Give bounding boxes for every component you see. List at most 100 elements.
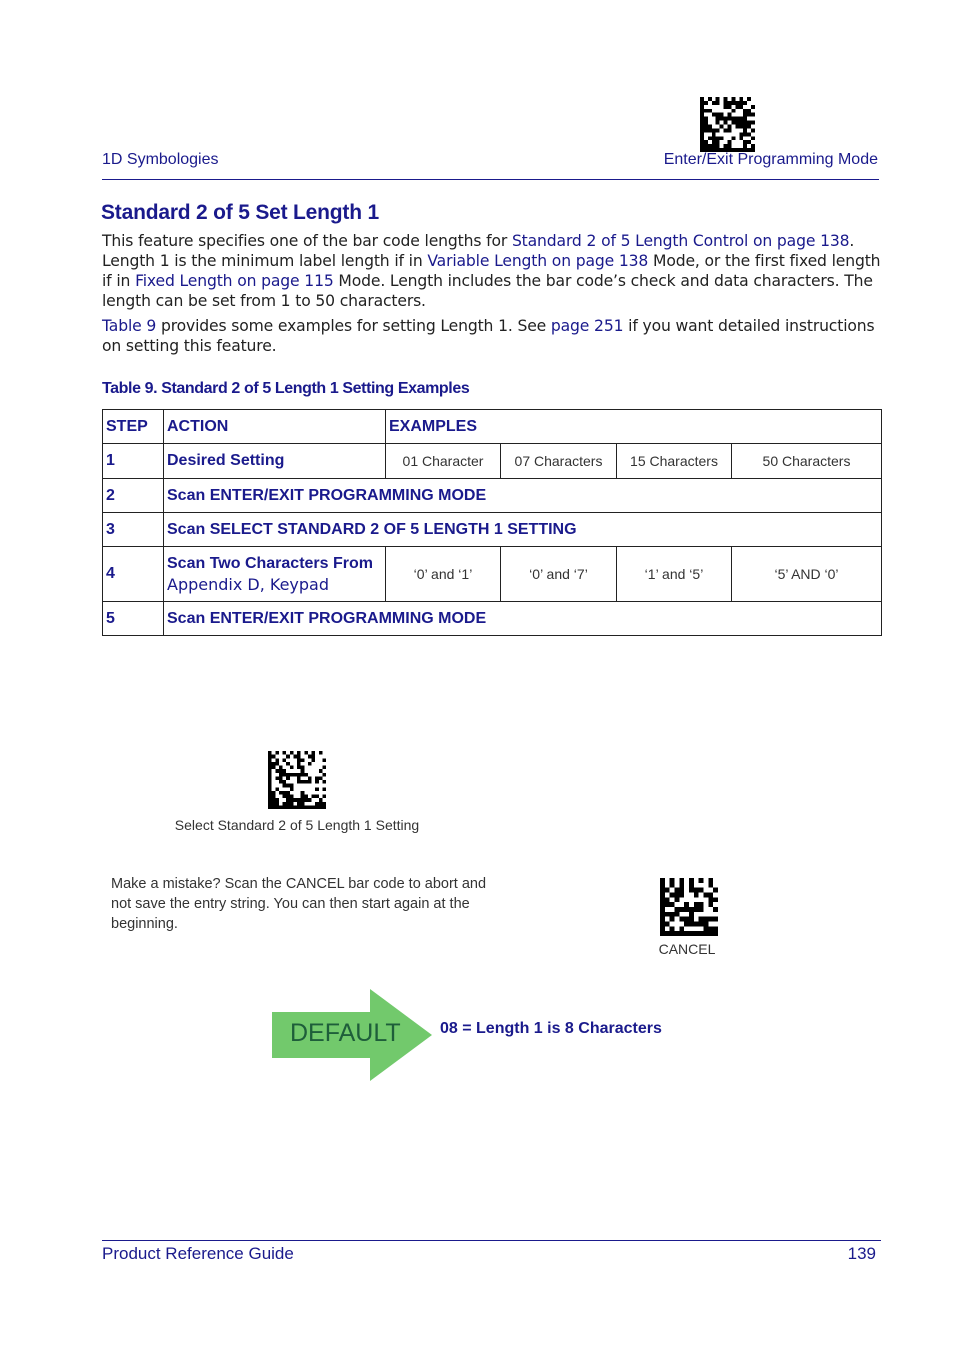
cancel-barcode [660, 878, 718, 936]
barcode-module [719, 124, 724, 129]
barcode-module [286, 754, 290, 759]
barcode-module [747, 140, 752, 145]
barcode-module [268, 758, 272, 762]
barcode-module [297, 772, 301, 777]
barcode-module [315, 787, 319, 791]
barcode-module [731, 116, 736, 121]
barcode-module [731, 120, 736, 125]
barcode-module [747, 132, 752, 137]
barcode-module [713, 907, 718, 912]
barcode-module [271, 765, 276, 770]
barcode-module [669, 916, 675, 922]
barcode-module [660, 921, 665, 927]
barcode-module [735, 120, 740, 125]
barcode-module [727, 144, 732, 149]
barcode-module [739, 120, 744, 125]
barcode-module [275, 798, 279, 802]
barcode-module [743, 132, 748, 137]
barcode-module [743, 144, 748, 149]
barcode-module [703, 140, 708, 145]
barcode-module [747, 108, 752, 113]
barcode-module [289, 751, 294, 755]
link-length-control[interactable]: Standard 2 of 5 Length Control on page 1… [512, 232, 850, 250]
action-text: Scan Two Characters From [167, 555, 373, 572]
barcode-module [289, 794, 294, 799]
step-cell: 3 [102, 512, 164, 547]
select-length1-barcode [268, 751, 326, 809]
barcode-module [282, 790, 287, 795]
barcode-module [715, 144, 720, 149]
barcode-module [268, 805, 272, 809]
barcode-module [664, 902, 670, 907]
header-barcode-label: Enter/Exit Programming Mode [663, 151, 878, 168]
example-cell: 07 Characters [500, 443, 617, 479]
barcode-module [739, 124, 744, 129]
barcode-module [698, 916, 704, 922]
barcode-module [698, 887, 704, 893]
barcode-module [743, 116, 748, 121]
barcode-module [268, 794, 272, 799]
barcode-module [315, 794, 319, 799]
table-row: 2 Scan ENTER/EXIT PROGRAMMING MODE [102, 478, 882, 513]
barcode-module [315, 780, 319, 784]
settings-table: STEP ACTION EXAMPLES 1 Desired Setting 0… [102, 409, 882, 636]
barcode-module [723, 97, 728, 101]
barcode-module [723, 120, 728, 125]
barcode-module [700, 136, 704, 141]
barcode-module [684, 902, 689, 907]
barcode-module [275, 769, 279, 773]
barcode-module [660, 882, 665, 888]
page-title: Standard 2 of 5 Set Length 1 [101, 201, 379, 224]
barcode-module [684, 921, 689, 927]
barcode-module [318, 805, 323, 809]
cancel-barcode-caption: CANCEL [658, 941, 716, 957]
barcode-module [703, 128, 708, 133]
barcode-module [268, 783, 272, 788]
barcode-module [660, 931, 665, 936]
intro-text: This feature specifies one of the bar co… [102, 232, 512, 250]
barcode-module [660, 892, 665, 898]
barcode-module [660, 907, 665, 912]
link-variable-length[interactable]: Variable Length on page 138 [427, 252, 648, 270]
barcode-module [268, 754, 272, 759]
barcode-module [700, 140, 704, 145]
barcode-module [703, 144, 708, 149]
link-table-9[interactable]: Table 9 [102, 317, 156, 335]
barcode-module [679, 926, 685, 932]
step-cell: 1 [102, 443, 164, 479]
barcode-module [286, 805, 290, 809]
barcode-module [669, 931, 675, 936]
barcode-module [679, 878, 685, 883]
barcode-module [318, 751, 323, 755]
barcode-module [700, 120, 704, 125]
barcode-module [275, 776, 279, 780]
barcode-module [286, 794, 290, 799]
barcode-module [282, 805, 287, 809]
barcode-module [322, 805, 326, 809]
barcode-module [300, 772, 305, 777]
header-step: STEP [102, 409, 164, 444]
barcode-module [664, 921, 670, 927]
barcode-module [689, 882, 694, 888]
barcode-module [703, 124, 708, 129]
barcode-module [715, 140, 720, 145]
link-appendix-d-keypad[interactable]: Appendix D, Keypad [167, 574, 382, 595]
barcode-module [689, 911, 694, 917]
barcode-module [322, 780, 326, 784]
barcode-module [282, 769, 287, 773]
barcode-module [715, 116, 720, 121]
barcode-module [715, 100, 720, 105]
barcode-module [268, 787, 272, 791]
barcode-module [708, 926, 714, 932]
barcode-module [674, 911, 680, 917]
barcode-module [271, 794, 276, 799]
barcode-module [689, 887, 694, 893]
barcode-module [289, 787, 294, 791]
barcode-module [723, 144, 728, 149]
link-page-251[interactable]: page 251 [551, 317, 624, 335]
barcode-module [713, 887, 718, 893]
link-fixed-length[interactable]: Fixed Length on page 115 [135, 272, 334, 290]
barcode-module [707, 108, 712, 113]
note-paragraph: Table 9 provides some examples for setti… [102, 316, 892, 356]
barcode-module [286, 772, 290, 777]
